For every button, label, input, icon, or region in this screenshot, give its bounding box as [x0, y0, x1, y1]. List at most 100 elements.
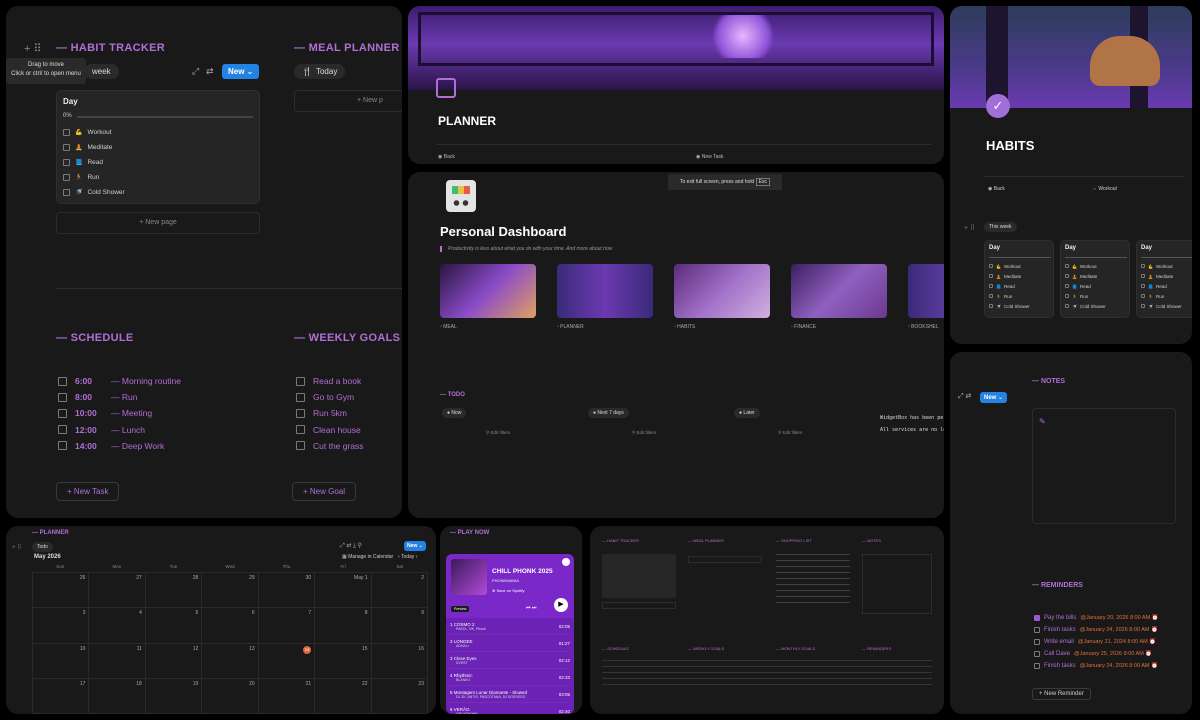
gallery-image[interactable] [791, 264, 887, 318]
track-item[interactable]: 5 Montagem Lunar Diamante - Slowed DJ ZK,… [450, 686, 570, 703]
track-controls[interactable]: ⏮ ⏭ [526, 605, 536, 611]
gallery-image[interactable] [674, 264, 770, 318]
calendar-day[interactable]: 12 [145, 643, 203, 679]
calendar-day[interactable]: 5 [145, 608, 203, 644]
checkbox[interactable] [1141, 274, 1145, 278]
notes-card[interactable]: ✎ [1032, 408, 1176, 524]
new-goal-button[interactable]: + New Goal [292, 482, 357, 501]
calendar-day[interactable]: 15 [315, 643, 372, 679]
checkbox[interactable] [1065, 284, 1069, 288]
calendar-day[interactable]: May 1 [315, 573, 372, 609]
checkbox[interactable] [989, 304, 993, 308]
gallery-label[interactable]: ▫ BOOKSHEL [908, 324, 939, 330]
calendar-day[interactable]: 9 [371, 608, 428, 644]
checkbox[interactable] [58, 392, 67, 402]
goal-item[interactable]: Read a book [296, 373, 364, 389]
schedule-item[interactable]: 14:00 — Deep Work [58, 438, 181, 454]
planner-new-task-link[interactable]: ◉ New Task [696, 154, 723, 160]
gallery-label[interactable]: ▫ HABITS [674, 324, 695, 330]
todo-chip[interactable]: Todo [32, 542, 53, 552]
cal-new-button[interactable]: New ⌄ [404, 541, 426, 551]
habit-item[interactable]: 🚿 Cold Shower [1065, 301, 1106, 311]
calendar-day[interactable]: 2 [371, 573, 428, 609]
habit-item[interactable]: 💪 Workout [1065, 261, 1106, 271]
checkbox[interactable] [989, 274, 993, 278]
checkbox[interactable] [989, 294, 993, 298]
track-item[interactable]: 6 VERÃO ONLYPHONK 02:40 [450, 703, 570, 715]
todo-column-chip[interactable]: ● Later [734, 408, 760, 418]
edit-filters-link[interactable]: ⚲ Edit filters [486, 430, 510, 436]
reminder-item[interactable]: Finish tasks @January 24, 2026 8:00 AM ⏰ [1034, 660, 1159, 672]
checkbox[interactable] [63, 174, 70, 181]
week-chip[interactable]: week [84, 64, 119, 79]
checkbox[interactable] [296, 392, 305, 402]
calendar-day[interactable]: 26 [33, 573, 90, 609]
checkbox[interactable] [58, 376, 67, 386]
new-button[interactable]: New ⌄ [222, 64, 260, 79]
habit-item[interactable]: 📘 Read [1141, 281, 1182, 291]
track-item[interactable]: 3 Close Eyes DVRST 02:12 [450, 652, 570, 669]
habit-item[interactable]: 🏃 Run [989, 291, 1030, 301]
notes-expand-icon[interactable]: ⤢ ⇄ [958, 392, 971, 401]
calendar-day[interactable]: 29 [202, 573, 259, 609]
meal-new-page-button[interactable]: + New p [294, 90, 402, 112]
calendar-day[interactable]: 6 [202, 608, 259, 644]
checkbox[interactable] [1034, 639, 1040, 645]
checkbox[interactable] [296, 425, 305, 435]
checkbox[interactable] [296, 376, 305, 386]
this-week-chip[interactable]: This week [984, 222, 1017, 232]
calendar-day[interactable]: 3 [33, 608, 90, 644]
checkbox[interactable] [63, 129, 70, 136]
habit-day-card[interactable]: Day 💪 Workout 🧘 Meditate 📘 Read 🏃 Run 🚿 Cold Showe… [984, 240, 1054, 318]
habit-item[interactable]: 📘 Read [989, 281, 1030, 291]
edit-filters-link[interactable]: ⚲ Edit filters [778, 430, 802, 436]
habit-item[interactable]: 🚿 Cold Shower [1141, 301, 1182, 311]
schedule-item[interactable]: 10:00 — Meeting [58, 405, 181, 421]
filter-icon[interactable]: ⇄ [206, 66, 214, 77]
track-item[interactable]: 2 LONGEE ADHALI 01:27 [450, 635, 570, 652]
cal-toolbar-icons[interactable]: ⤢ ⇄ ⤓ ⚲ [340, 542, 362, 550]
calendar-day[interactable]: 22 [315, 678, 372, 714]
checkbox[interactable] [296, 441, 305, 451]
new-reminder-button[interactable]: + New Reminder [1032, 688, 1091, 700]
checkbox[interactable] [63, 144, 70, 151]
calendar-day[interactable]: 30 [258, 573, 316, 609]
habits-add-icon[interactable]: + ⠿ [964, 224, 975, 232]
habit-item[interactable]: 📘 Read [63, 155, 125, 170]
habit-item[interactable]: 🧘 Meditate [989, 271, 1030, 281]
calendar-day[interactable]: 16 [371, 643, 428, 679]
gallery-image[interactable] [557, 264, 653, 318]
calendar-day[interactable]: 23 [371, 678, 428, 714]
habit-item[interactable]: 🧘 Meditate [1141, 271, 1182, 281]
calendar-day[interactable]: 10 [33, 643, 90, 679]
checkbox[interactable] [58, 441, 67, 451]
habit-day-card[interactable]: Day 💪 Workout 🧘 Meditate 📘 Read 🏃 Run 🚿 Cold Showe… [1136, 240, 1192, 318]
new-page-button[interactable]: + New page [56, 212, 260, 234]
checkbox[interactable] [1141, 304, 1145, 308]
schedule-item[interactable]: 12:00 — Lunch [58, 422, 181, 438]
checkbox[interactable] [1034, 615, 1040, 621]
checkbox[interactable] [1065, 264, 1069, 268]
goal-item[interactable]: Run 5km [296, 405, 364, 421]
notes-new-button[interactable]: New ⌄ [980, 392, 1008, 403]
spotify-embed[interactable]: CHILL PHONK 2025 PHONKMANIA ⊕ Save on Sp… [446, 554, 574, 714]
play-button[interactable]: ▶ [554, 598, 568, 612]
goal-item[interactable]: Go to Gym [296, 389, 364, 405]
cal-add-icon[interactable]: + ⠿ [12, 544, 22, 551]
habit-item[interactable]: 💪 Workout [63, 125, 125, 140]
calendar-day[interactable]: 7 [258, 608, 316, 644]
calendar-day[interactable]: 18 [89, 678, 146, 714]
checkbox[interactable] [1065, 304, 1069, 308]
habit-item[interactable]: 🏃 Run [1065, 291, 1106, 301]
today-chip[interactable]: 🍴 Today [294, 64, 346, 79]
add-block-icon[interactable]: + ⠿ [24, 42, 42, 55]
calendar-day[interactable]: 13 [202, 643, 259, 679]
gallery-image[interactable] [908, 264, 944, 318]
calendar-nav[interactable]: ‹ Today › [398, 554, 417, 560]
checkbox[interactable] [1141, 284, 1145, 288]
gallery-label[interactable]: ▫ PLANNER [557, 324, 584, 330]
habit-item[interactable]: 🏃 Run [1141, 291, 1182, 301]
checkbox[interactable] [1141, 264, 1145, 268]
calendar-day[interactable]: 4 [89, 608, 146, 644]
checkbox[interactable] [989, 284, 993, 288]
